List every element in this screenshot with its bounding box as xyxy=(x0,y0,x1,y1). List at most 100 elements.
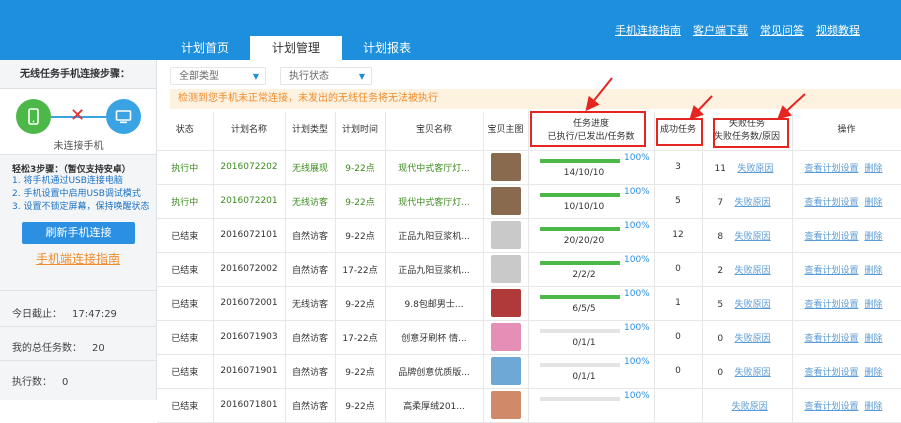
phone-guide-link[interactable]: 手机端连接指南 xyxy=(36,250,156,267)
view-plan-settings-link[interactable]: 查看计划设置 xyxy=(804,164,858,174)
failure-reason-link[interactable]: 失败原因 xyxy=(737,164,773,174)
col-failed-line2: 失败任务数/原因 xyxy=(713,131,781,142)
top-links: 手机连接指南 客户端下载 常见问答 视频教程 xyxy=(615,22,860,38)
stat-value: 0 xyxy=(62,377,69,388)
delete-link[interactable]: 删除 xyxy=(865,368,883,378)
cell-item-name: 品牌创意优质版... xyxy=(385,354,484,389)
cell-plan-name: 2016072101 xyxy=(213,218,286,253)
delete-link[interactable]: 删除 xyxy=(865,334,883,344)
failure-reason-link[interactable]: 失败原因 xyxy=(735,198,771,208)
delete-link[interactable]: 删除 xyxy=(865,402,883,412)
progress-percent: 100% xyxy=(624,323,650,333)
refresh-connection-button[interactable]: 刷新手机连接 xyxy=(22,222,135,244)
stat-label: 我的总任务数： xyxy=(12,343,82,354)
failure-reason-link[interactable]: 失败原因 xyxy=(735,232,771,242)
cell-failed: 失败原因 xyxy=(702,388,793,423)
link-client-download[interactable]: 客户端下载 xyxy=(693,22,748,38)
cell-failed: 7 失败原因 xyxy=(702,184,793,219)
cell-item-name: 正品九阳豆浆机... xyxy=(385,252,484,287)
progress: 100% 2/2/2 xyxy=(536,255,650,283)
status-select[interactable]: 执行状态 ▼ xyxy=(280,67,372,85)
view-plan-settings-link[interactable]: 查看计划设置 xyxy=(804,368,858,378)
cell-plan-time: 9-22点 xyxy=(335,388,386,423)
view-plan-settings-link[interactable]: 查看计划设置 xyxy=(804,402,858,412)
tab-plan-manage[interactable]: 计划管理 xyxy=(250,36,342,60)
delete-link[interactable]: 删除 xyxy=(865,164,883,174)
cell-plan-type: 无线访客 xyxy=(285,286,336,321)
tab-plan-home[interactable]: 计划首页 xyxy=(160,36,250,60)
type-select-value: 全部类型 xyxy=(179,71,219,82)
col-progress: 任务进度 已执行/已发出/任务数 xyxy=(528,112,655,151)
progress-track xyxy=(540,261,620,265)
link-phone-guide[interactable]: 手机连接指南 xyxy=(615,22,681,38)
cell-status: 已结束 xyxy=(157,354,214,389)
failed-count: 2 xyxy=(717,265,724,276)
disconnected-icon: ✕ xyxy=(70,105,86,126)
view-plan-settings-link[interactable]: 查看计划设置 xyxy=(804,266,858,276)
progress-text: 0/1/1 xyxy=(572,372,596,382)
progress-percent: 100% xyxy=(624,357,650,367)
progress-text: 6/5/5 xyxy=(572,304,596,314)
progress-track xyxy=(540,329,620,333)
cell-failed: 5 失败原因 xyxy=(702,286,793,321)
cell-progress: 100% 20/20/20 xyxy=(528,218,655,253)
col-progress-line2: 已执行/已发出/任务数 xyxy=(547,131,635,142)
cell-status: 已结束 xyxy=(157,252,214,287)
cell-plan-time: 9-22点 xyxy=(335,354,386,389)
cell-main-image xyxy=(483,218,529,253)
progress-fill xyxy=(540,227,620,231)
stat-label: 今日截止： xyxy=(12,309,62,320)
progress-percent: 100% xyxy=(624,187,650,197)
cell-item-name: 高柔厚绒201... xyxy=(385,388,484,423)
progress-track xyxy=(540,193,620,197)
progress-percent: 100% xyxy=(624,255,650,265)
product-thumbnail xyxy=(490,323,521,351)
view-plan-settings-link[interactable]: 查看计划设置 xyxy=(804,300,858,310)
product-thumbnail xyxy=(490,221,521,249)
type-select[interactable]: 全部类型 ▼ xyxy=(170,67,266,85)
view-plan-settings-link[interactable]: 查看计划设置 xyxy=(804,198,858,208)
product-thumbnail xyxy=(490,255,521,283)
sidebar-title: 无线任务手机连接步骤： xyxy=(0,60,156,89)
progress-text: 10/10/10 xyxy=(563,202,605,212)
cell-success: 1 xyxy=(654,286,703,321)
delete-link[interactable]: 删除 xyxy=(865,198,883,208)
cell-plan-name: 2016071903 xyxy=(213,320,286,355)
failure-reason-link[interactable]: 失败原因 xyxy=(735,368,771,378)
col-failed-line1: 失败任务 xyxy=(728,118,765,129)
progress: 100% 14/10/10 xyxy=(536,153,650,181)
failure-reason-link[interactable]: 失败原因 xyxy=(732,402,768,412)
cell-action: 查看计划设置 删除 xyxy=(792,388,901,423)
cell-main-image xyxy=(483,388,529,423)
table-row: 已结束 2016072101 自然访客 9-22点 正品九阳豆浆机... 100% 20/2… xyxy=(157,218,901,253)
chevron-down-icon: ▼ xyxy=(252,72,259,81)
step-item: 3. 设置不锁定屏幕，保持唤醒状态 xyxy=(12,202,150,212)
step-item: 2. 手机设置中启用USB调试模式 xyxy=(12,189,141,199)
link-video-tutorial[interactable]: 视频教程 xyxy=(816,22,860,38)
cell-main-image xyxy=(483,320,529,355)
progress-percent: 100% xyxy=(624,221,650,231)
status-select-value: 执行状态 xyxy=(289,71,329,82)
cell-progress: 100% 0/1/1 xyxy=(528,320,655,355)
delete-link[interactable]: 删除 xyxy=(865,300,883,310)
cell-progress: 100% 14/10/10 xyxy=(528,150,655,185)
divider xyxy=(0,360,157,361)
delete-link[interactable]: 删除 xyxy=(865,266,883,276)
failure-reason-link[interactable]: 失败原因 xyxy=(735,266,771,276)
failure-reason-link[interactable]: 失败原因 xyxy=(735,334,771,344)
view-plan-settings-link[interactable]: 查看计划设置 xyxy=(804,232,858,242)
progress: 100% 10/10/10 xyxy=(536,187,650,215)
steps-title: 轻松3步骤：（暂仅支持安卓） xyxy=(12,165,131,175)
filter-bar: 全部类型 ▼ 执行状态 ▼ xyxy=(170,67,372,85)
connection-steps: 轻松3步骤：（暂仅支持安卓） 1. 将手机通过USB连接电脑 2. 手机设置中启… xyxy=(0,155,156,214)
cell-main-image xyxy=(483,184,529,219)
failure-reason-link[interactable]: 失败原因 xyxy=(735,300,771,310)
col-failed: 失败任务 失败任务数/原因 xyxy=(702,112,793,151)
view-plan-settings-link[interactable]: 查看计划设置 xyxy=(804,334,858,344)
delete-link[interactable]: 删除 xyxy=(865,232,883,242)
cell-progress: 100% 0/1/1 xyxy=(528,354,655,389)
tab-plan-report[interactable]: 计划报表 xyxy=(342,36,432,60)
link-faq[interactable]: 常见问答 xyxy=(760,22,804,38)
table-row: 已结束 2016072002 自然访客 17-22点 正品九阳豆浆机... 100% 2/2… xyxy=(157,252,901,287)
cell-progress: 100% xyxy=(528,388,655,423)
